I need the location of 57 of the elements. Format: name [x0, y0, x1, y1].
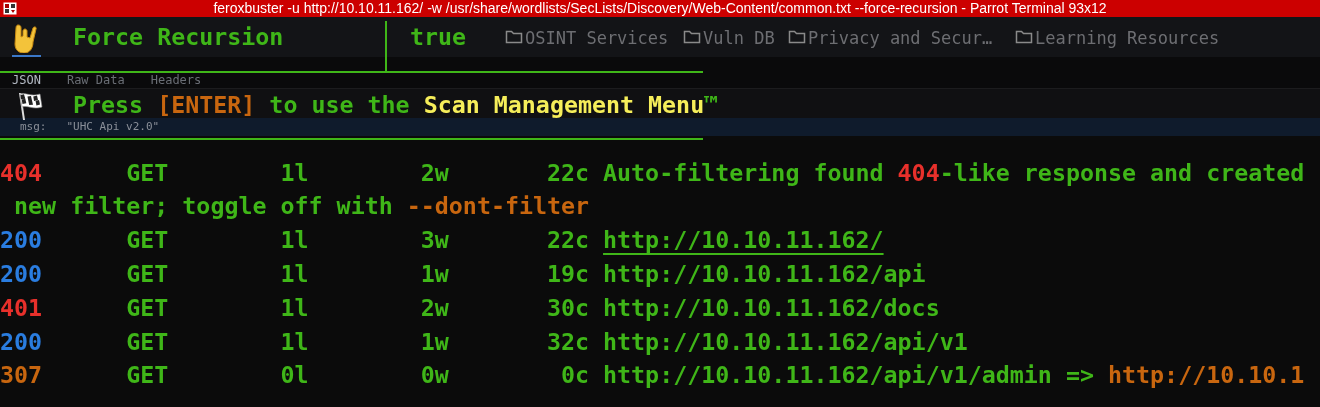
char-count: 19c	[546, 259, 590, 289]
method: GET	[126, 361, 169, 389]
bookmark-item[interactable]: Vuln DB	[703, 26, 775, 52]
status-code: 307	[0, 360, 44, 391]
redirect-url[interactable]: http://10.10.1	[1108, 358, 1305, 394]
url-link[interactable]: http://10.10.11.162/api/v1/admin	[603, 358, 1052, 394]
bookmark-item[interactable]: OSINT Services	[525, 26, 669, 52]
word-count: 2w	[420, 293, 449, 321]
setting-value: true	[410, 22, 467, 53]
menu-prompt: Press [ENTER] to use the Scan Management Menu™	[73, 90, 719, 120]
char-count: 22c	[546, 225, 590, 256]
window-title: feroxbuster -u http://10.10.11.162/ -w /usr/share/wordlists/SecLists/Discovery/Web-Content/common.txt --force-recursion - Parrot Terminal 93x12	[213, 0, 1107, 18]
status-code: 200	[0, 225, 44, 256]
window-menu-icon[interactable]	[3, 2, 17, 15]
folder-icon	[1015, 29, 1033, 45]
setting-label: Force Recursion	[73, 22, 284, 53]
hand-gesture-icon	[14, 23, 40, 53]
char-count: 30c	[546, 292, 590, 323]
line-count: 1l	[280, 327, 309, 355]
line-count: 0l	[280, 361, 309, 389]
line-count: 1l	[280, 158, 309, 186]
folder-icon	[683, 29, 701, 45]
json-key: msg:	[20, 118, 47, 136]
word-count: 3w	[420, 226, 449, 254]
char-count: 0c	[560, 360, 590, 391]
line-count: 1l	[280, 293, 309, 321]
method: GET	[126, 327, 169, 355]
word-count: 1w	[420, 260, 449, 287]
word-count: 0w	[420, 361, 449, 389]
method: GET	[126, 226, 169, 254]
url-link[interactable]: http://10.10.11.162/docs	[603, 290, 940, 326]
method: GET	[126, 293, 169, 321]
char-count: 22c	[546, 157, 590, 188]
char-count: 32c	[546, 326, 590, 357]
status-code: 404	[0, 157, 44, 188]
line-count: 1l	[280, 260, 309, 287]
method: GET	[126, 158, 169, 186]
bookmark-item[interactable]: Learning Resources	[1035, 26, 1220, 52]
url-link[interactable]: http://10.10.11.162/api/v1	[603, 324, 968, 360]
word-count: 2w	[420, 158, 449, 186]
status-code: 200	[0, 326, 44, 357]
status-code: 200	[0, 259, 44, 289]
tab[interactable]: Headers	[150, 54, 202, 91]
bookmark-item[interactable]: Privacy and Secur…	[808, 26, 993, 52]
tab[interactable]: Raw Data	[66, 54, 125, 91]
json-value: "UHC Api v2.0"	[66, 118, 160, 135]
line-count: 1l	[280, 226, 309, 254]
output-text: new filter; toggle off with --dont-filter	[13, 191, 590, 222]
method: GET	[126, 260, 169, 287]
status-code: 401	[0, 292, 44, 323]
word-count: 1w	[420, 327, 449, 355]
url-link[interactable]: http://10.10.11.162/	[603, 223, 884, 259]
url-link[interactable]: http://10.10.11.162/api	[603, 257, 926, 292]
folder-icon	[788, 29, 806, 45]
output-text: Auto-filtering found 404-like response and created	[603, 157, 1305, 188]
redirect-arrow: =>	[1064, 360, 1095, 391]
folder-icon	[505, 29, 523, 45]
